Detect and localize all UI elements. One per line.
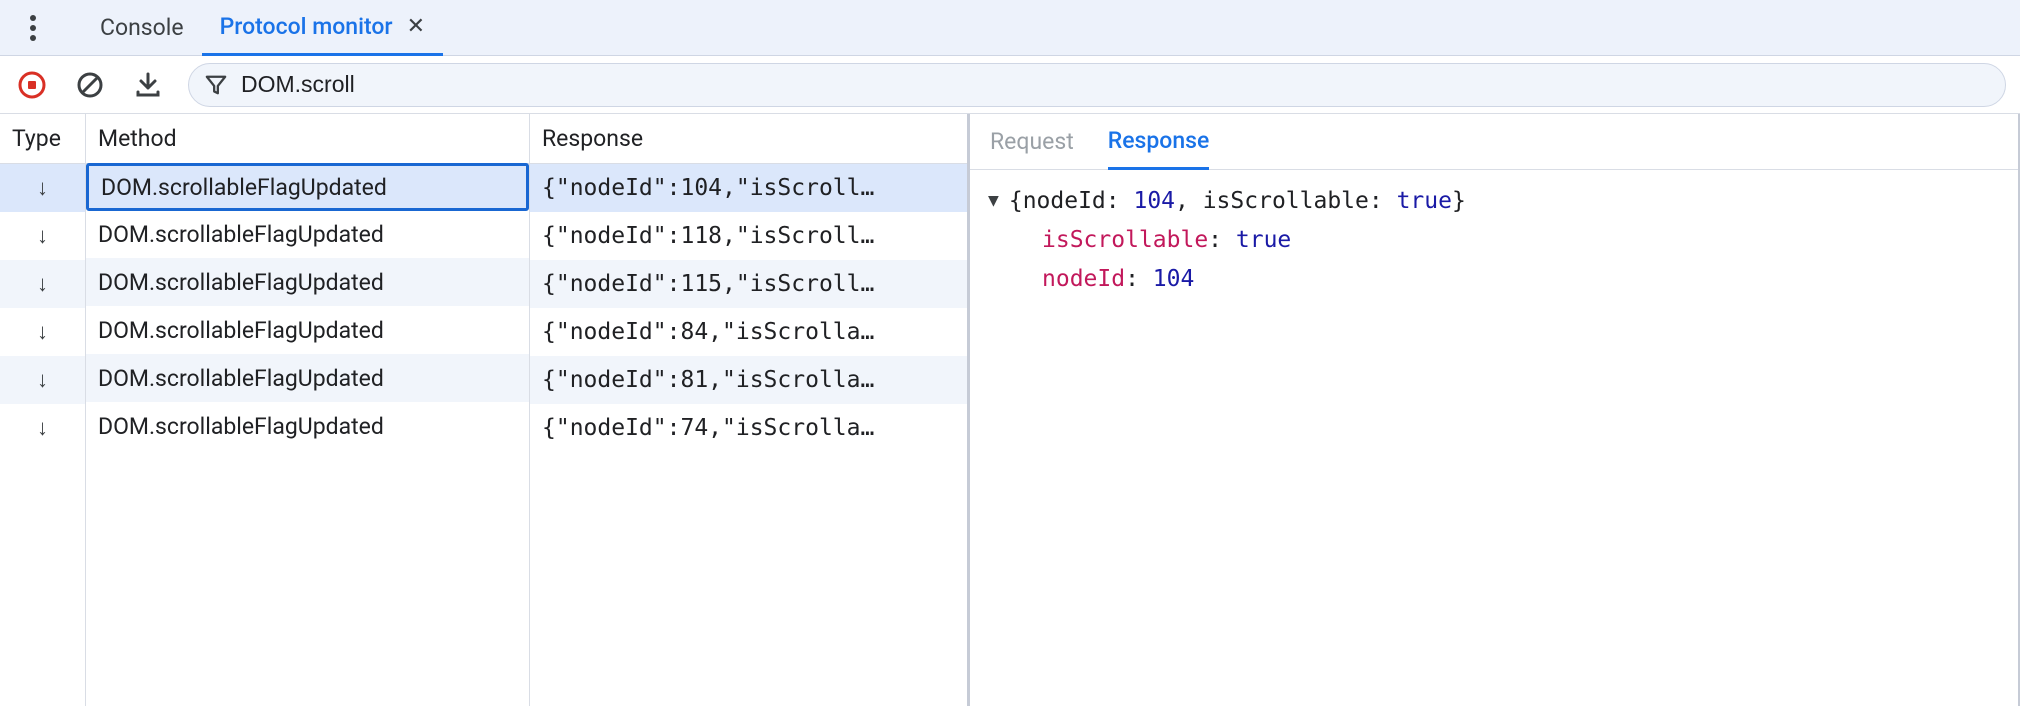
incoming-arrow-icon: ↓ xyxy=(37,271,48,297)
tab-request[interactable]: Request xyxy=(990,114,1074,170)
filter-icon xyxy=(205,74,227,96)
col-header-method[interactable]: Method xyxy=(86,114,529,164)
method-cell: DOM.scrollableFlagUpdated xyxy=(98,317,517,344)
table-row-method[interactable]: DOM.scrollableFlagUpdated xyxy=(86,258,529,306)
protocol-table: Type ↓ ↓ ↓ ↓ ↓ ↓ Method DOM.scrollableFlagUpd… xyxy=(0,114,970,706)
table-row-response[interactable]: {"nodeId":74,"isScrolla… xyxy=(530,404,967,452)
more-menu-button[interactable] xyxy=(8,0,58,56)
tab-protocol-monitor-label: Protocol monitor xyxy=(220,13,393,40)
detail-panel: Request Response ▼ {nodeId: 104, isScrol… xyxy=(970,114,2020,706)
table-row-response[interactable]: {"nodeId":118,"isScroll… xyxy=(530,212,967,260)
caret-down-icon: ▼ xyxy=(988,186,999,217)
tree-root[interactable]: ▼ {nodeId: 104, isScrollable: true} xyxy=(988,182,2000,221)
method-cell: DOM.scrollableFlagUpdated xyxy=(98,365,517,392)
table-row-type[interactable]: ↓ xyxy=(0,356,85,404)
table-row-response[interactable]: {"nodeId":104,"isScroll… xyxy=(530,164,967,212)
tree-prop-isScrollable[interactable]: isScrollable: true xyxy=(988,221,2000,260)
record-button[interactable] xyxy=(14,67,50,103)
response-cell: {"nodeId":115,"isScroll… xyxy=(542,271,955,297)
filter-input[interactable] xyxy=(239,70,1989,99)
tab-response[interactable]: Response xyxy=(1108,114,1210,170)
response-cell: {"nodeId":104,"isScroll… xyxy=(542,175,955,201)
incoming-arrow-icon: ↓ xyxy=(37,415,48,441)
table-row-method[interactable]: DOM.scrollableFlagUpdated xyxy=(86,306,529,354)
method-cell: DOM.scrollableFlagUpdated xyxy=(101,174,514,201)
tab-console[interactable]: Console xyxy=(82,0,202,56)
col-type: Type ↓ ↓ ↓ ↓ ↓ ↓ xyxy=(0,114,86,706)
response-cell: {"nodeId":118,"isScroll… xyxy=(542,223,955,249)
detail-body: ▼ {nodeId: 104, isScrollable: true} isSc… xyxy=(970,170,2018,311)
clear-button[interactable] xyxy=(72,67,108,103)
table-row-method[interactable]: DOM.scrollableFlagUpdated xyxy=(86,210,529,258)
incoming-arrow-icon: ↓ xyxy=(37,367,48,393)
incoming-arrow-icon: ↓ xyxy=(37,319,48,345)
col-header-response[interactable]: Response xyxy=(530,114,967,164)
close-icon[interactable]: ✕ xyxy=(407,14,425,39)
table-row-method[interactable]: DOM.scrollableFlagUpdated xyxy=(86,163,529,211)
protocol-main: Type ↓ ↓ ↓ ↓ ↓ ↓ Method DOM.scrollableFlagUpd… xyxy=(0,114,2020,706)
method-cell: DOM.scrollableFlagUpdated xyxy=(98,269,517,296)
table-row-method[interactable]: DOM.scrollableFlagUpdated xyxy=(86,354,529,402)
table-row-type[interactable]: ↓ xyxy=(0,308,85,356)
table-row-type[interactable]: ↓ xyxy=(0,260,85,308)
protocol-toolbar xyxy=(0,56,2020,114)
col-header-type[interactable]: Type xyxy=(0,114,85,164)
response-cell: {"nodeId":81,"isScrolla… xyxy=(542,367,955,393)
table-row-type[interactable]: ↓ xyxy=(0,164,85,212)
method-cell: DOM.scrollableFlagUpdated xyxy=(98,221,517,248)
table-row-response[interactable]: {"nodeId":115,"isScroll… xyxy=(530,260,967,308)
detail-tabs: Request Response xyxy=(970,114,2018,170)
col-method: Method DOM.scrollableFlagUpdated DOM.scro… xyxy=(86,114,530,706)
filter-field[interactable] xyxy=(188,63,2006,107)
tab-console-label: Console xyxy=(100,14,184,41)
response-cell: {"nodeId":74,"isScrolla… xyxy=(542,415,955,441)
table-row-response[interactable]: {"nodeId":84,"isScrolla… xyxy=(530,308,967,356)
response-cell: {"nodeId":84,"isScrolla… xyxy=(542,319,955,345)
table-row-response[interactable]: {"nodeId":81,"isScrolla… xyxy=(530,356,967,404)
tree-prop-nodeId[interactable]: nodeId: 104 xyxy=(988,260,2000,299)
record-icon xyxy=(18,71,46,99)
table-row-method[interactable]: DOM.scrollableFlagUpdated xyxy=(86,402,529,450)
col-response: Response {"nodeId":104,"isScroll… {"nodeI… xyxy=(530,114,967,706)
kebab-icon xyxy=(30,15,36,41)
table-row-type[interactable]: ↓ xyxy=(0,212,85,260)
tab-protocol-monitor[interactable]: Protocol monitor ✕ xyxy=(202,0,443,56)
clear-icon xyxy=(76,71,104,99)
incoming-arrow-icon: ↓ xyxy=(37,175,48,201)
devtools-tabbar: Console Protocol monitor ✕ xyxy=(0,0,2020,56)
table-row-type[interactable]: ↓ xyxy=(0,404,85,452)
method-cell: DOM.scrollableFlagUpdated xyxy=(98,413,517,440)
download-icon xyxy=(135,72,161,98)
incoming-arrow-icon: ↓ xyxy=(37,223,48,249)
save-button[interactable] xyxy=(130,67,166,103)
